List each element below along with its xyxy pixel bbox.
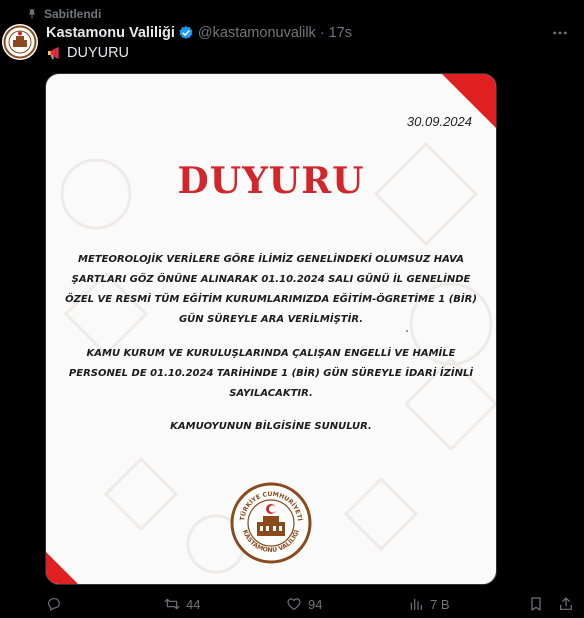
repost-count: 44	[186, 596, 201, 612]
announcement-paragraph-3: KAMUOYUNUN BİLGİSİNE SUNULUR.	[170, 421, 372, 432]
like-count: 94	[308, 596, 323, 612]
tweet-timestamp[interactable]: 17s	[329, 25, 352, 41]
tweet-text: DUYURU	[46, 44, 129, 62]
announcement-paragraph-2: KAMU KURUM VE KURULUŞLARINDA ÇALIŞAN ENG…	[68, 348, 474, 399]
repost-button[interactable]: 44	[164, 596, 200, 612]
views-button[interactable]: 7 B	[408, 596, 450, 612]
header-separator: ·	[319, 25, 325, 41]
share-icon	[560, 597, 572, 610]
author-avatar[interactable]	[2, 24, 38, 60]
heart-icon	[287, 598, 301, 610]
pin-icon	[28, 9, 36, 19]
share-button[interactable]	[558, 596, 574, 612]
views-icon	[410, 598, 422, 610]
verified-badge-icon[interactable]	[178, 25, 194, 41]
bookmark-button[interactable]	[528, 596, 544, 612]
announcement-date: 30.09.2024	[406, 114, 472, 129]
megaphone-icon	[48, 47, 59, 59]
author-handle[interactable]: @kastamonuvalilk	[198, 25, 316, 41]
tweet-text-content: DUYURU	[67, 45, 130, 61]
pinned-indicator: Sabitlendi	[26, 6, 101, 22]
views-count: 7 B	[430, 596, 450, 612]
tweet-header: Kastamonu Valiliği @kastamonuvalilk · 17…	[46, 24, 352, 42]
tweet-image[interactable]: 30.09.2024 DUYURU METEOROLOJİK VERİLERE …	[45, 73, 497, 585]
bookmark-icon	[531, 597, 541, 611]
announcement-paragraph-1: METEOROLOJİK VERİLERE GÖRE İLİMİZ GENELİ…	[65, 254, 477, 325]
more-icon	[553, 31, 567, 35]
repost-icon	[164, 598, 180, 610]
announcement-title: DUYURU	[177, 160, 365, 202]
stray-dot	[406, 330, 408, 332]
seal-avatar-icon	[3, 25, 37, 59]
author-display-name[interactable]: Kastamonu Valiliği	[46, 25, 175, 41]
corner-ribbon-bottom-left	[46, 551, 79, 584]
reply-button[interactable]	[46, 596, 68, 612]
pinned-label: Sabitlendi	[44, 7, 102, 21]
more-options-button[interactable]	[550, 24, 570, 42]
like-button[interactable]: 94	[286, 596, 322, 612]
governorship-seal-icon: TÜRKİYE CUMHURİYETİ KASTAMONU VALİLİĞİ	[230, 482, 312, 564]
reply-icon	[48, 598, 60, 611]
tweet-actions: 44 94 7 B	[46, 596, 576, 614]
